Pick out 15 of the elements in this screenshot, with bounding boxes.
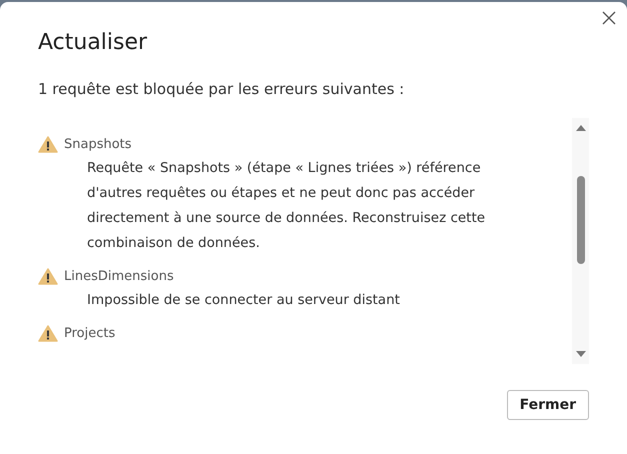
error-message: 1 requête est bloquée par les erreurs suivantes :	[38, 80, 406, 98]
dialog-title: Actualiser	[38, 30, 148, 55]
warning-icon	[38, 136, 58, 153]
close-button[interactable]: Fermer	[506, 390, 589, 420]
warning-icon	[38, 268, 58, 285]
scroll-thumb[interactable]	[576, 176, 584, 264]
warning-icon	[38, 325, 58, 342]
error-detail: Requête « Snapshots » (étape « Lignes triées ») référence d'autres requêtes ou étapes et ne peut donc pas accéder directement à une source de données. Reconstruisez cette combinaison de données.	[87, 159, 486, 253]
scrollbar[interactable]	[572, 118, 589, 364]
scroll-down-icon[interactable]	[574, 350, 586, 358]
scroll-up-icon[interactable]	[574, 124, 586, 132]
query-name: Snapshots	[64, 137, 132, 152]
query-name: Projects	[64, 326, 116, 341]
query-name: LinesDimensions	[64, 269, 174, 284]
error-detail: Impossible de se connecter au serveur distant	[87, 291, 401, 310]
